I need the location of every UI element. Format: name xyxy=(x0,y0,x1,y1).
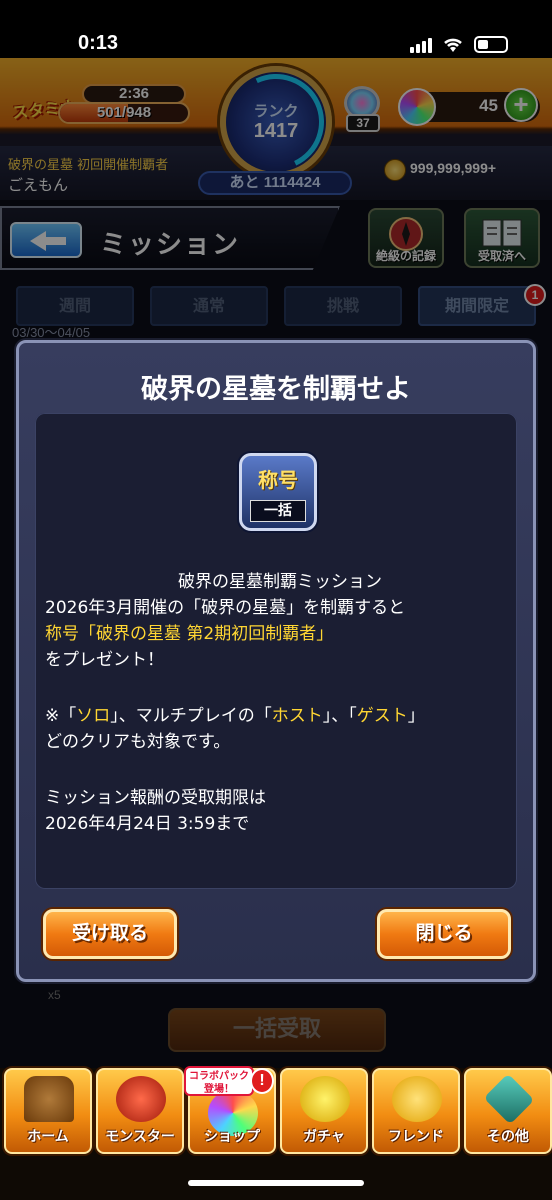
dragon-icon xyxy=(116,1076,166,1122)
clock: 0:13 xyxy=(78,32,119,54)
reward-present-text: をプレゼント！ xyxy=(45,650,164,670)
nav-other-label: その他 xyxy=(487,1129,529,1145)
status-bar: 0:13 xyxy=(0,0,552,58)
nav-friend-label: フレンド xyxy=(388,1129,444,1145)
reward-subtype: 一括 xyxy=(250,500,306,522)
close-button[interactable]: 閉じる xyxy=(377,909,511,959)
friend-icon xyxy=(392,1076,442,1122)
mission-dialog: 破界の星墓を制覇せよ 称号 一括 破界の星墓制覇ミッション 2026年3月開催の… xyxy=(16,340,536,982)
nav-gacha-label: ガチャ xyxy=(303,1129,345,1145)
wifi-icon xyxy=(444,38,462,52)
nav-shop-label: ショップ xyxy=(204,1129,260,1145)
nav-home[interactable]: ホーム xyxy=(4,1068,92,1154)
home-indicator[interactable] xyxy=(188,1180,364,1186)
eligible-modes: ※「ソロ」、マルチプレイの「ホスト」、「ゲスト」 xyxy=(45,706,425,726)
nav-other[interactable]: その他 xyxy=(464,1068,552,1154)
deadline-label: ミッション報酬の受取期限は xyxy=(45,788,266,808)
castle-icon xyxy=(24,1076,74,1122)
nav-home-label: ホーム xyxy=(27,1129,69,1145)
mission-name: 破界の星墓制覇ミッション xyxy=(178,572,382,592)
status-icons xyxy=(410,36,508,53)
receive-button[interactable]: 受け取る xyxy=(43,909,177,959)
deadline-date: 2026年4月24日 3:59まで xyxy=(45,814,250,834)
title-reward-icon: 称号 一括 xyxy=(239,453,317,531)
dialog-title: 破界の星墓を制覇せよ xyxy=(141,374,411,405)
mission-condition: 2026年3月開催の「破界の星墓」を制覇すると xyxy=(45,598,406,618)
collab-pack-badge: コラボパック 登場！ xyxy=(184,1066,254,1096)
shop-alert-badge: ! xyxy=(250,1068,274,1094)
reward-type: 称号 xyxy=(258,468,298,492)
nav-monster-label: モンスター xyxy=(105,1129,175,1145)
reward-title-text: 称号「破界の星墓 第2期初回制覇者」 xyxy=(45,624,334,644)
signal-icon xyxy=(410,38,432,53)
nav-monster[interactable]: モンスター xyxy=(96,1068,184,1154)
eligible-note: どのクリアも対象です。 xyxy=(45,732,231,752)
nav-friend[interactable]: フレンド xyxy=(372,1068,460,1154)
nav-gacha[interactable]: ガチャ xyxy=(280,1068,368,1154)
battery-icon xyxy=(474,36,508,53)
more-icon xyxy=(483,1073,535,1125)
egg-icon xyxy=(300,1076,350,1122)
